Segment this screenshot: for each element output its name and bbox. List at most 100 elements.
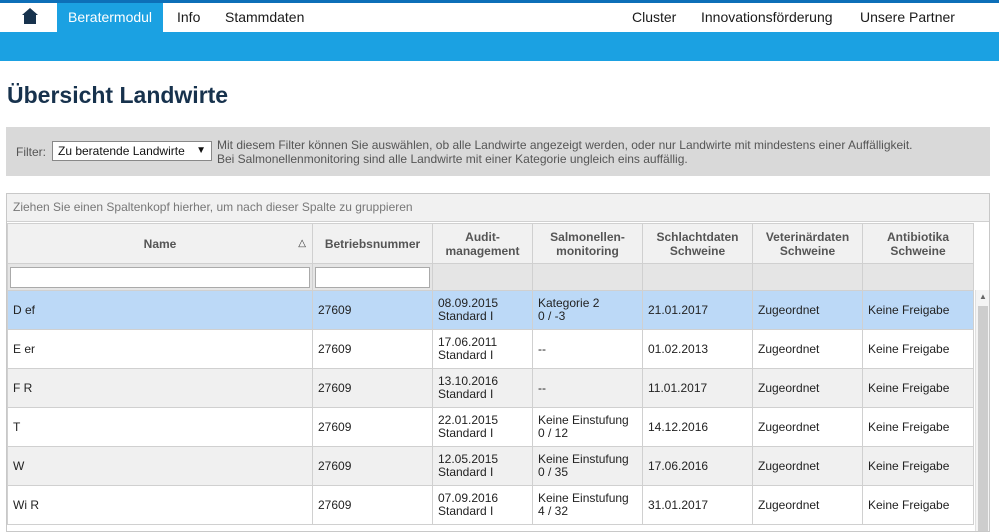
table-row[interactable]: F R 27609 13.10.2016 Standard I -- 11.01.2017…	[7, 368, 974, 408]
antibiotika-cell: Keine Freigabe	[862, 485, 974, 525]
farmers-table: Name △ Betriebsnummer Audit-management S…	[7, 223, 974, 525]
table-row[interactable]: D ef 27609 08.09.2015 Standard I Kategorie 2…	[7, 290, 974, 330]
scroll-up-icon[interactable]: ▲	[979, 292, 987, 301]
vertical-scrollbar[interactable]: ▲	[975, 290, 989, 531]
column-header-label: management	[445, 243, 520, 258]
column-header-label: Schweine	[890, 243, 946, 258]
salmonellen-cell: --	[532, 329, 643, 369]
betriebsnummer-cell: 27609	[312, 407, 433, 447]
filter-panel: Filter: Zu beratende Landwirte ▼ Mit die…	[6, 127, 990, 176]
betriebsnummer-cell: 27609	[312, 446, 433, 486]
table-row[interactable]: T 27609 22.01.2015 Standard I Keine Einstufu…	[7, 407, 974, 447]
audit-cell: 22.01.2015 Standard I	[432, 407, 533, 447]
antibiotika-cell: Keine Freigabe	[862, 407, 974, 447]
salmonellen-values: 0 / 35	[538, 465, 569, 479]
name-cell: T	[7, 407, 313, 447]
betriebsnummer-cell: 27609	[312, 368, 433, 408]
schlachtdaten-cell: 31.01.2017	[642, 485, 753, 525]
audit-cell: 17.06.2011 Standard I	[432, 329, 533, 369]
table-row[interactable]: Wi R 27609 07.09.2016 Standard I Keine Einst…	[7, 485, 974, 525]
schlachtdaten-cell: 11.01.2017	[642, 368, 753, 408]
column-header-betriebsnummer[interactable]: Betriebsnummer	[312, 223, 433, 264]
filter-cell	[432, 263, 533, 291]
salmonellen-values: 4 / 32	[538, 504, 569, 518]
column-header-salmonellenmonitoring[interactable]: Salmonellen-monitoring	[532, 223, 643, 264]
column-header-label: Name	[143, 236, 177, 251]
group-drop-area[interactable]: Ziehen Sie einen Spaltenkopf hierher, um…	[7, 194, 989, 222]
column-header-label: Salmonellen-	[550, 229, 625, 244]
audit-cell: 12.05.2015 Standard I	[432, 446, 533, 486]
betriebsnummer-cell: 27609	[312, 290, 433, 330]
filter-note-line: Mit diesem Filter können Sie auswählen, …	[217, 138, 913, 152]
nav-tab-beratermodul[interactable]: Beratermodul	[57, 3, 164, 32]
betriebsnummer-filter-input[interactable]	[315, 266, 430, 288]
sort-ascending-icon: △	[298, 238, 306, 249]
audit-standard: Standard I	[438, 465, 494, 479]
column-header-label: Antibiotika	[887, 229, 949, 244]
table-row[interactable]: W 27609 12.05.2015 Standard I Keine Einstufu…	[7, 446, 974, 486]
nav-tab-stammdaten[interactable]: Stammdaten	[214, 3, 315, 32]
audit-cell: 13.10.2016 Standard I	[432, 368, 533, 408]
audit-standard: Standard I	[438, 426, 494, 440]
name-cell: W	[7, 446, 313, 486]
column-header-label: Schweine	[779, 243, 836, 258]
name-cell: F R	[7, 368, 313, 408]
column-header-name[interactable]: Name △	[7, 223, 313, 264]
veterinaerdaten-cell: Zugeordnet	[752, 290, 863, 330]
antibiotika-cell: Keine Freigabe	[862, 368, 974, 408]
veterinaerdaten-cell: Zugeordnet	[752, 485, 863, 525]
main-nav: Beratermodul Info Stammdaten Cluster Inn…	[0, 3, 999, 32]
filter-select-value: Zu beratende Landwirte	[58, 144, 185, 158]
name-filter-input[interactable]	[10, 266, 310, 288]
audit-standard: Standard I	[438, 387, 494, 401]
salmonellen-cell: --	[532, 368, 643, 408]
schlachtdaten-cell: 17.06.2016	[642, 446, 753, 486]
filter-select[interactable]: Zu beratende Landwirte ▼	[52, 141, 212, 161]
schlachtdaten-cell: 01.02.2013	[642, 329, 753, 369]
salmonellen-cell: Kategorie 20 / -3	[532, 290, 643, 330]
table-row[interactable]: E er 27609 17.06.2011 Standard I -- 01.02.201…	[7, 329, 974, 369]
farmers-grid: Ziehen Sie einen Spaltenkopf hierher, um…	[6, 193, 990, 532]
filter-note: Mit diesem Filter können Sie auswählen, …	[217, 138, 913, 166]
home-icon[interactable]	[21, 7, 39, 25]
column-header-label: monitoring	[556, 243, 619, 258]
antibiotika-cell: Keine Freigabe	[862, 290, 974, 330]
betriebsnummer-cell: 27609	[312, 329, 433, 369]
filter-label: Filter:	[16, 145, 46, 159]
schlachtdaten-cell: 14.12.2016	[642, 407, 753, 447]
antibiotika-cell: Keine Freigabe	[862, 446, 974, 486]
schlachtdaten-cell: 21.01.2017	[642, 290, 753, 330]
column-header-auditmanagement[interactable]: Audit-management	[432, 223, 533, 264]
audit-standard: Standard I	[438, 309, 494, 323]
veterinaerdaten-cell: Zugeordnet	[752, 329, 863, 369]
audit-standard: Standard I	[438, 504, 494, 518]
audit-cell: 07.09.2016 Standard I	[432, 485, 533, 525]
filter-cell	[532, 263, 643, 291]
dropdown-arrow-icon: ▼	[196, 145, 206, 156]
betriebsnummer-cell: 27609	[312, 485, 433, 525]
column-header-antibiotika[interactable]: Antibiotika Schweine	[862, 223, 974, 264]
salmonellen-status: --	[538, 380, 546, 395]
filter-cell	[312, 263, 433, 291]
salmonellen-values: 0 / -3	[538, 309, 566, 323]
nav-tab-innovationsfoerderung[interactable]: Innovationsförderung	[690, 3, 844, 32]
column-header-schlachtdaten[interactable]: Schlachtdaten Schweine	[642, 223, 753, 264]
column-header-label: Schlachtdaten	[656, 229, 739, 244]
column-header-label: Betriebsnummer	[324, 236, 421, 251]
filter-note-line: Bei Salmonellenmonitoring sind alle Land…	[217, 152, 688, 166]
scrollbar-thumb[interactable]	[978, 306, 988, 531]
filter-cell	[7, 263, 313, 291]
salmonellen-values: 0 / 12	[538, 426, 569, 440]
antibiotika-cell: Keine Freigabe	[862, 329, 974, 369]
nav-tab-cluster[interactable]: Cluster	[621, 3, 687, 32]
column-header-veterinaerdaten[interactable]: Veterinärdaten Schweine	[752, 223, 863, 264]
salmonellen-cell: Keine Einstufung 0 / 35	[532, 446, 643, 486]
nav-tab-info[interactable]: Info	[166, 3, 211, 32]
salmonellen-status: --	[538, 341, 546, 356]
filter-cell	[642, 263, 753, 291]
column-header-label: Audit-	[465, 229, 500, 244]
filter-cell	[862, 263, 974, 291]
salmonellen-cell: Keine Einstufung 0 / 12	[532, 407, 643, 447]
nav-tab-unsere-partner[interactable]: Unsere Partner	[849, 3, 966, 32]
audit-cell: 08.09.2015 Standard I	[432, 290, 533, 330]
